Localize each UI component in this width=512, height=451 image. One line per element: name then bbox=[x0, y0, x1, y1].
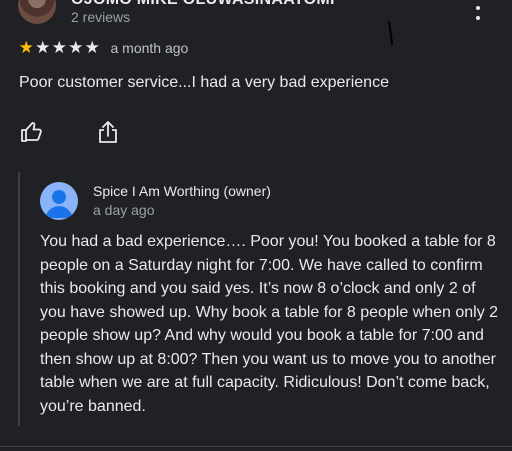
thumbs-up-icon[interactable] bbox=[20, 120, 44, 149]
owner-name: Spice I Am Worthing (owner) bbox=[93, 183, 271, 199]
star-empty-icon: ★ bbox=[35, 38, 51, 57]
rating-row: ★ ★ ★ ★ ★ a month ago bbox=[18, 39, 189, 56]
star-empty-icon: ★ bbox=[51, 38, 67, 57]
review-date: a month ago bbox=[110, 39, 189, 56]
star-rating: ★ ★ ★ ★ ★ bbox=[18, 39, 101, 56]
menu-dot bbox=[476, 6, 480, 10]
owner-reply-date: a day ago bbox=[93, 202, 155, 218]
reviewer-review-count: 2 reviews bbox=[71, 9, 131, 25]
star-empty-icon: ★ bbox=[84, 38, 100, 57]
reviewer-avatar[interactable] bbox=[18, 0, 56, 24]
review-text: Poor customer service...I had a very bad… bbox=[19, 74, 389, 91]
reply-divider bbox=[18, 172, 20, 426]
person-icon bbox=[45, 190, 73, 218]
owner-avatar[interactable] bbox=[40, 182, 78, 220]
share-icon[interactable] bbox=[97, 120, 119, 149]
stray-mark bbox=[388, 21, 393, 45]
owner-reply-text: You had a bad experience…. Poor you! You… bbox=[40, 233, 499, 415]
bottom-divider bbox=[0, 446, 512, 447]
star-filled-icon: ★ bbox=[18, 38, 34, 57]
reviewer-name[interactable]: OJOMO MIKE OLUWASINAATOMI bbox=[71, 0, 335, 9]
menu-dot bbox=[476, 16, 480, 20]
star-empty-icon: ★ bbox=[68, 38, 84, 57]
more-vert-icon[interactable] bbox=[472, 0, 484, 20]
